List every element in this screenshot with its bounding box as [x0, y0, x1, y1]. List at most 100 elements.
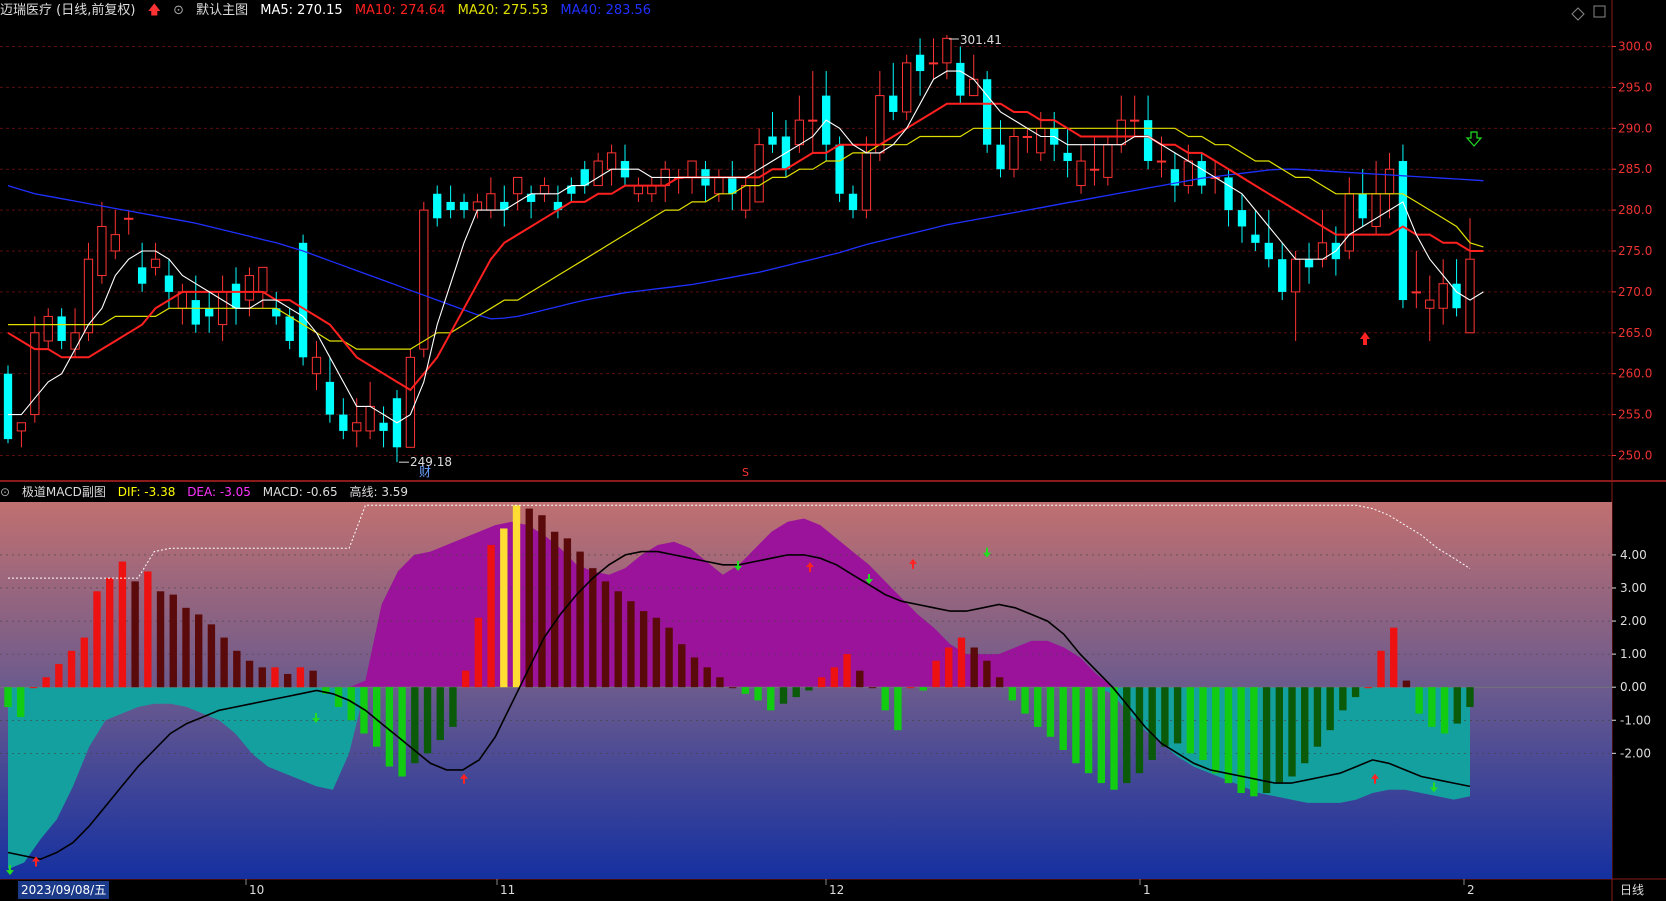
- ma5-line: [8, 70, 1484, 424]
- candle-body-down: [164, 275, 174, 292]
- macd-bar-negative: [1326, 687, 1334, 731]
- stock-chart-canvas[interactable]: 250.0 255.0 260.0 265.0 270.0 275.0 280.0 285.0…: [0, 0, 1666, 901]
- month-label: 11: [500, 883, 515, 897]
- candle-body-down: [1224, 177, 1233, 211]
- macd-bar-positive: [550, 531, 559, 688]
- candle-body-up: [419, 209, 429, 350]
- stock-name[interactable]: 迈瑞医疗 (日线,前复权): [0, 3, 135, 18]
- macd-bar-negative: [1313, 687, 1322, 747]
- macd-bar-negative: [1301, 687, 1309, 764]
- macd-tick-label: 4.00: [1620, 548, 1647, 562]
- ma10-value: MA10: 274.64: [354, 3, 446, 18]
- macd-bar-negative: [1021, 687, 1029, 714]
- candle-body-up: [754, 144, 764, 203]
- macd-bar-positive: [461, 670, 470, 688]
- candle-body-up: [539, 185, 550, 195]
- price-tick-label: 280.0: [1618, 203, 1652, 217]
- candle-body-up: [606, 152, 617, 170]
- macd-bar-positive: [970, 647, 978, 688]
- fin-marker: 财: [419, 465, 431, 479]
- candle-body-up: [1438, 283, 1448, 309]
- macd-bar-positive: [703, 667, 711, 688]
- main-chart-label[interactable]: 默认主图: [196, 3, 248, 18]
- macd-bar-positive: [652, 617, 661, 688]
- candle-body-up: [1344, 193, 1354, 252]
- candle-body-up: [1156, 160, 1167, 163]
- macd-bar-positive: [716, 677, 724, 688]
- macd-bar-positive: [220, 637, 228, 688]
- candle-body-up: [97, 225, 107, 277]
- macd-bar-negative: [1288, 687, 1296, 777]
- macd-tick-label: 0.00: [1620, 680, 1647, 694]
- candle-body-up: [714, 176, 724, 195]
- candle-body-down: [446, 201, 455, 211]
- macd-bar-positive: [245, 660, 254, 688]
- price-tick-label: 295.0: [1618, 80, 1652, 94]
- macd-bar-positive: [271, 667, 279, 688]
- candle-body-down: [1264, 242, 1273, 260]
- macd-bar-positive: [945, 647, 953, 688]
- macd-bar-positive: [932, 660, 940, 688]
- price-tick-label: 300.0: [1618, 40, 1652, 54]
- candle-body-up: [942, 37, 952, 64]
- indicator-name[interactable]: 极道MACD副图: [22, 485, 106, 499]
- candle-body-up: [1425, 299, 1435, 309]
- macd-bar-negative: [449, 687, 457, 727]
- candle-body-down: [768, 136, 777, 145]
- macd-bar-positive: [156, 591, 165, 688]
- candle-body-down: [339, 414, 348, 431]
- macd-bar-negative: [398, 687, 406, 777]
- macd-bar-negative: [4, 687, 12, 708]
- month-label: 10: [249, 883, 264, 897]
- macd-bar-negative: [779, 687, 788, 704]
- month-label: 12: [829, 883, 844, 897]
- macd-bar-negative: [1453, 687, 1461, 724]
- macd-bar-positive: [169, 594, 177, 688]
- period-label[interactable]: 日线: [1620, 881, 1644, 899]
- candle-body-up: [902, 62, 912, 113]
- macd-bar-positive: [283, 673, 292, 688]
- candle-body-up: [928, 62, 939, 65]
- candle-body-down: [1063, 152, 1072, 162]
- candle-body-up: [969, 78, 979, 97]
- macd-bar-positive: [983, 660, 991, 688]
- macd-bar-negative: [1275, 687, 1283, 784]
- price-tick-label: 255.0: [1618, 408, 1652, 422]
- high-line-value: 高线: 3.59: [349, 485, 409, 499]
- price-tick-label: 260.0: [1618, 367, 1652, 381]
- candle-body-up: [633, 185, 644, 195]
- candle-body-down: [1398, 161, 1408, 301]
- candle-body-down: [191, 300, 200, 325]
- candle-body-down: [325, 381, 335, 415]
- candle-body-up: [124, 217, 134, 220]
- macd-bar-negative: [1008, 687, 1017, 701]
- macd-bar-positive: [1364, 687, 1372, 689]
- macd-bar-positive: [665, 627, 673, 688]
- settings-icon[interactable]: ⊙: [0, 485, 10, 499]
- settings-icon[interactable]: ⊙: [173, 3, 184, 18]
- candle-body-up: [1036, 127, 1046, 154]
- up-arrow-icon: 🡅: [147, 3, 161, 18]
- dif-value: DIF: -3.38: [117, 485, 176, 499]
- candle-body-up: [1371, 193, 1381, 227]
- macd-bar-negative: [1466, 687, 1474, 708]
- macd-bar-negative: [805, 687, 813, 691]
- candle-body-down: [580, 169, 589, 186]
- macd-bar-negative: [881, 687, 889, 711]
- candle-body-up: [1130, 119, 1140, 122]
- macd-bar-positive: [868, 687, 877, 689]
- buy-arrow-icon: [1360, 332, 1370, 345]
- candle-body-down: [285, 316, 294, 341]
- candle-body-up: [472, 201, 483, 211]
- macd-tick-label: 2.00: [1620, 614, 1647, 628]
- macd-tick-label: -2.00: [1620, 746, 1651, 760]
- macd-bar-positive: [474, 617, 483, 688]
- candle-body-down: [1452, 283, 1461, 309]
- macd-bar-negative: [1351, 687, 1360, 698]
- macd-bar-negative: [1084, 687, 1093, 774]
- macd-bar-negative: [1148, 687, 1156, 760]
- candle-body-up: [1183, 160, 1193, 187]
- candle-body-down: [1304, 259, 1314, 268]
- main-chart-header: 迈瑞医疗 (日线,前复权) 🡅 ⊙ 默认主图 MA5: 270.15 MA10:…: [0, 0, 1612, 22]
- macd-bar-positive: [258, 667, 266, 688]
